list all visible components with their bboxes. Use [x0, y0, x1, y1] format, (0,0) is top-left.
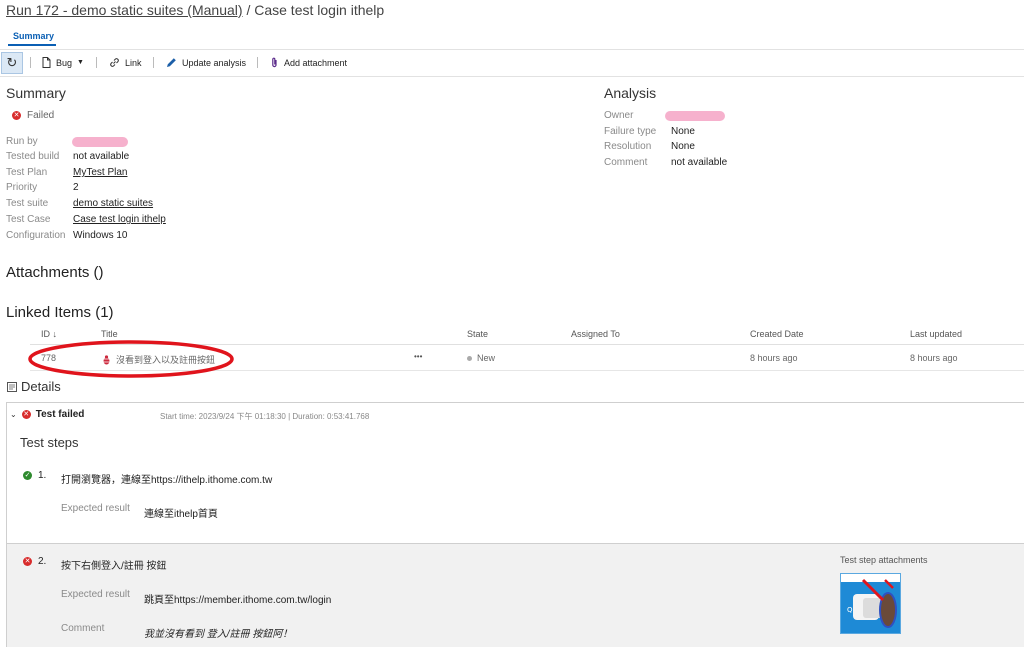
add-attachment-button[interactable]: Add attachment [270, 57, 347, 68]
pencil-icon [167, 58, 176, 67]
test-result-text: Test failed [35, 409, 85, 420]
document-icon [42, 57, 51, 68]
field-label: Test suite [6, 198, 49, 209]
details-icon [7, 381, 17, 392]
more-actions-button[interactable]: ••• [414, 352, 422, 361]
error-icon: ✕ [23, 557, 32, 566]
bug-label: Bug [56, 57, 73, 68]
tab-summary[interactable]: Summary [13, 31, 54, 41]
step-1-header: ✓ 1. [23, 470, 46, 481]
bug-button[interactable]: Bug ▼ [42, 57, 84, 68]
expected-result-label: Expected result [61, 589, 130, 600]
field-label: Comment [604, 157, 648, 168]
error-icon: ✕ [21, 410, 31, 419]
case-title: Case test login ithelp [254, 2, 385, 18]
step-1-expected: 連線至ithelp首頁 [144, 509, 218, 520]
update-analysis-button[interactable]: Update analysis [166, 57, 246, 68]
test-suite-link[interactable]: demo static suites [73, 198, 153, 209]
column-header-created[interactable]: Created Date [750, 329, 804, 339]
field-label: Failure type [604, 126, 657, 137]
step-2-expected: 跳頁至https://member.ithome.com.tw/login [144, 595, 332, 606]
step-2-action: 按下右側登入/註冊 按鈕 [61, 561, 167, 572]
test-plan-link[interactable]: MyTest Plan [73, 167, 127, 178]
tested-build-value: not available [73, 151, 130, 162]
breadcrumb-separator: / [242, 2, 255, 18]
test-case-link[interactable]: Case test login ithelp [73, 214, 166, 225]
field-label: Resolution [604, 141, 652, 152]
breadcrumb: Run 172 - demo static suites (Manual) / … [6, 2, 384, 18]
resolution-value: None [671, 141, 695, 152]
column-header-state[interactable]: State [467, 329, 488, 339]
toolbar-divider [257, 57, 258, 68]
attachments-heading: Attachments () [6, 264, 104, 281]
step-attachments-label: Test step attachments [840, 555, 928, 565]
test-steps-heading: Test steps [20, 435, 79, 450]
chevron-down-icon: ⌄ [10, 410, 17, 419]
error-icon: ✕ [12, 111, 21, 120]
linked-item-state: New [467, 353, 495, 363]
chevron-down-icon: ▼ [77, 59, 84, 66]
column-header-assigned[interactable]: Assigned To [571, 329, 620, 339]
step-2-header: ✕ 2. [23, 556, 46, 567]
step-number: 2. [38, 556, 47, 567]
status-row: ✕ Failed [12, 110, 54, 121]
run-link[interactable]: Run 172 - demo static suites (Manual) [6, 2, 243, 18]
toolbar-divider [96, 57, 97, 68]
field-label: Test Plan [6, 167, 48, 178]
step-1-action: 打開瀏覽器，連線至https://ithelp.ithome.com.tw [61, 475, 273, 486]
linked-items-heading: Linked Items (1) [6, 304, 114, 321]
check-icon: ✓ [23, 471, 32, 480]
field-label: Owner [604, 110, 634, 121]
tab-summary-indicator [8, 44, 56, 46]
test-result-header[interactable]: ⌄ ✕ Test failed [10, 409, 84, 420]
paperclip-icon [272, 57, 277, 68]
update-analysis-label: Update analysis [182, 57, 247, 68]
step-number: 1. [38, 470, 47, 481]
state-dot-icon [467, 355, 472, 361]
analysis-comment-value: not available [671, 157, 728, 168]
toolbar-divider [30, 57, 31, 68]
link-label: Link [125, 57, 142, 68]
step-2-comment: 我並沒有看到 登入/註冊 按鈕阿！ [144, 629, 293, 640]
field-label: Configuration [6, 230, 66, 241]
expected-result-label: Expected result [61, 503, 130, 514]
summary-heading: Summary [6, 85, 66, 101]
test-run-meta: Start time: 2023/9/24 下午 01:18:30 | Dura… [160, 412, 370, 421]
analysis-heading: Analysis [604, 85, 657, 101]
field-label: Test Case [6, 214, 51, 225]
field-label: Priority [6, 182, 38, 193]
linked-item-state-text: New [477, 353, 496, 363]
details-heading: Details [21, 379, 61, 394]
redacted-owner [665, 111, 725, 121]
linked-item-updated: 8 hours ago [910, 353, 958, 363]
field-label: Tested build [6, 151, 60, 162]
comment-label: Comment [61, 623, 105, 634]
priority-value: 2 [73, 182, 79, 193]
link-button[interactable]: Link [109, 57, 142, 68]
field-label: Run by [6, 136, 38, 147]
redacted-user [72, 137, 128, 147]
link-icon [110, 58, 119, 67]
refresh-button[interactable]: ↻ [1, 52, 23, 74]
column-header-updated[interactable]: Last updated [910, 329, 962, 339]
refresh-icon: ↻ [6, 55, 18, 70]
annotation-ellipse [28, 340, 234, 378]
status-text: Failed [27, 110, 55, 121]
screenshot-thumbnail-image: Q [841, 574, 900, 633]
add-attachment-label: Add attachment [284, 57, 348, 68]
failure-type-value: None [671, 126, 695, 137]
attachment-thumbnail[interactable]: Q [840, 573, 901, 634]
toolbar-divider [153, 57, 154, 68]
linked-item-created: 8 hours ago [750, 353, 798, 363]
configuration-value: Windows 10 [73, 230, 128, 241]
details-header[interactable]: Details [7, 379, 61, 394]
svg-text:Q: Q [847, 606, 853, 614]
